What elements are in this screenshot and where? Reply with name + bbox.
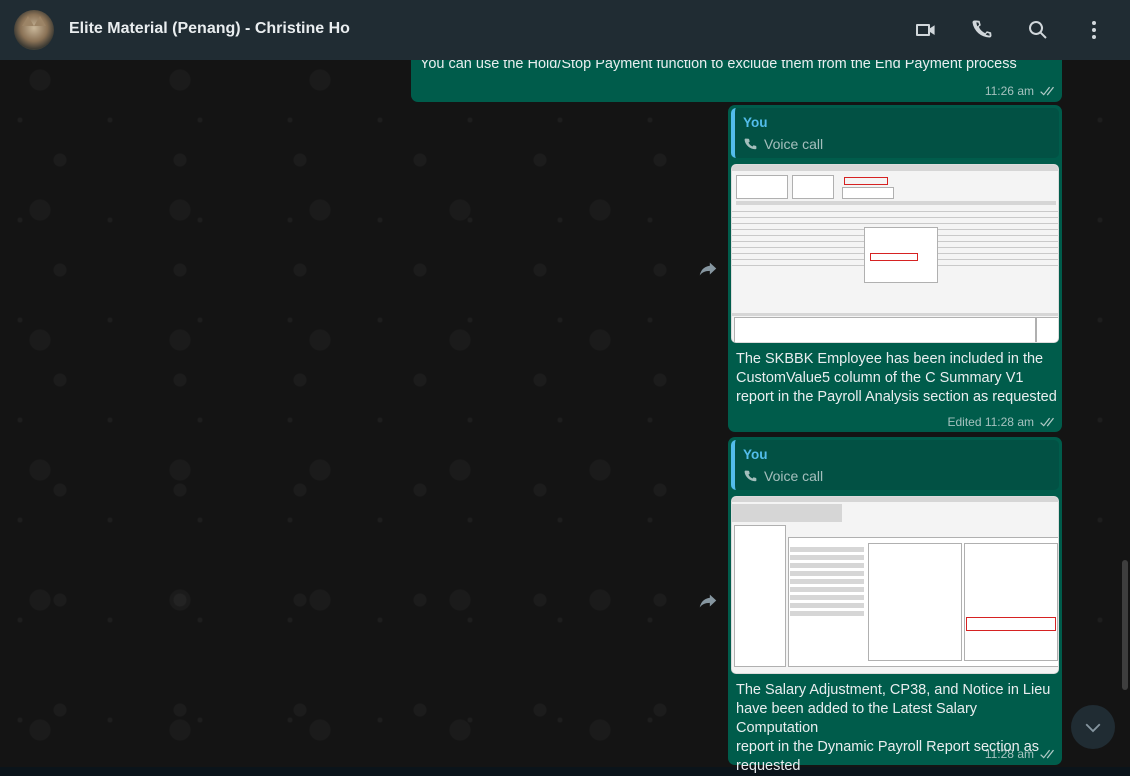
- message-meta: 11:26 am: [985, 84, 1054, 98]
- search-icon[interactable]: [1026, 18, 1050, 42]
- menu-icon[interactable]: [1082, 18, 1106, 42]
- caption-line: CustomValue5 column of the C Summary V1: [736, 370, 1024, 386]
- avatar[interactable]: [14, 10, 54, 50]
- quoted-message[interactable]: You Voice call: [731, 108, 1059, 158]
- message-time: 11:28 am: [984, 747, 1034, 761]
- voice-call-icon[interactable]: [970, 18, 994, 42]
- read-ticks-icon: [1038, 417, 1054, 428]
- message-bubble[interactable]: You Voice call The Salary Adjustment, CP…: [728, 437, 1062, 774]
- quote-text: Voice call: [764, 468, 824, 484]
- video-call-icon[interactable]: [914, 18, 938, 42]
- message-meta: 11:28 am: [985, 747, 1054, 761]
- quote-text: Voice call: [764, 136, 824, 152]
- message-meta: Edited 11:28 am: [947, 415, 1054, 429]
- quote-author: You: [743, 115, 768, 130]
- quote-body: Voice call: [743, 468, 823, 484]
- message-bubble[interactable]: You Voice call The SKBBK Employee has be…: [728, 105, 1062, 432]
- message-caption: The SKBBK Employee has been included in …: [736, 350, 1057, 407]
- call-icon: [744, 138, 757, 149]
- screenshot-image[interactable]: [731, 496, 1059, 674]
- caption-line: The Salary Adjustment, CP38, and Notice …: [736, 682, 1051, 698]
- scrollbar[interactable]: [1122, 560, 1128, 690]
- quoted-message[interactable]: You Voice call: [731, 440, 1059, 490]
- quote-author: You: [743, 447, 768, 462]
- forward-icon[interactable]: [697, 258, 719, 280]
- quote-body: Voice call: [743, 136, 823, 152]
- read-ticks-icon: [1038, 749, 1054, 760]
- screenshot-image[interactable]: [731, 164, 1059, 343]
- forward-icon[interactable]: [697, 590, 719, 612]
- scroll-down-button[interactable]: [1071, 705, 1115, 749]
- chevron-down-icon: [1085, 723, 1101, 733]
- read-ticks-icon: [1038, 86, 1054, 97]
- caption-line: The SKBBK Employee has been included in …: [736, 351, 1044, 367]
- caption-line: have been added to the Latest Salary Com…: [736, 701, 978, 736]
- message-caption: The Salary Adjustment, CP38, and Notice …: [736, 681, 1062, 776]
- chat-title[interactable]: Elite Material (Penang) - Christine Ho: [69, 20, 350, 38]
- message-time: Edited 11:28 am: [947, 415, 1034, 429]
- chat-header: Elite Material (Penang) - Christine Ho: [0, 0, 1130, 60]
- call-icon: [744, 470, 757, 481]
- message-time: 11:26 am: [984, 84, 1034, 98]
- caption-line: report in the Payroll Analysis section a…: [736, 389, 1057, 405]
